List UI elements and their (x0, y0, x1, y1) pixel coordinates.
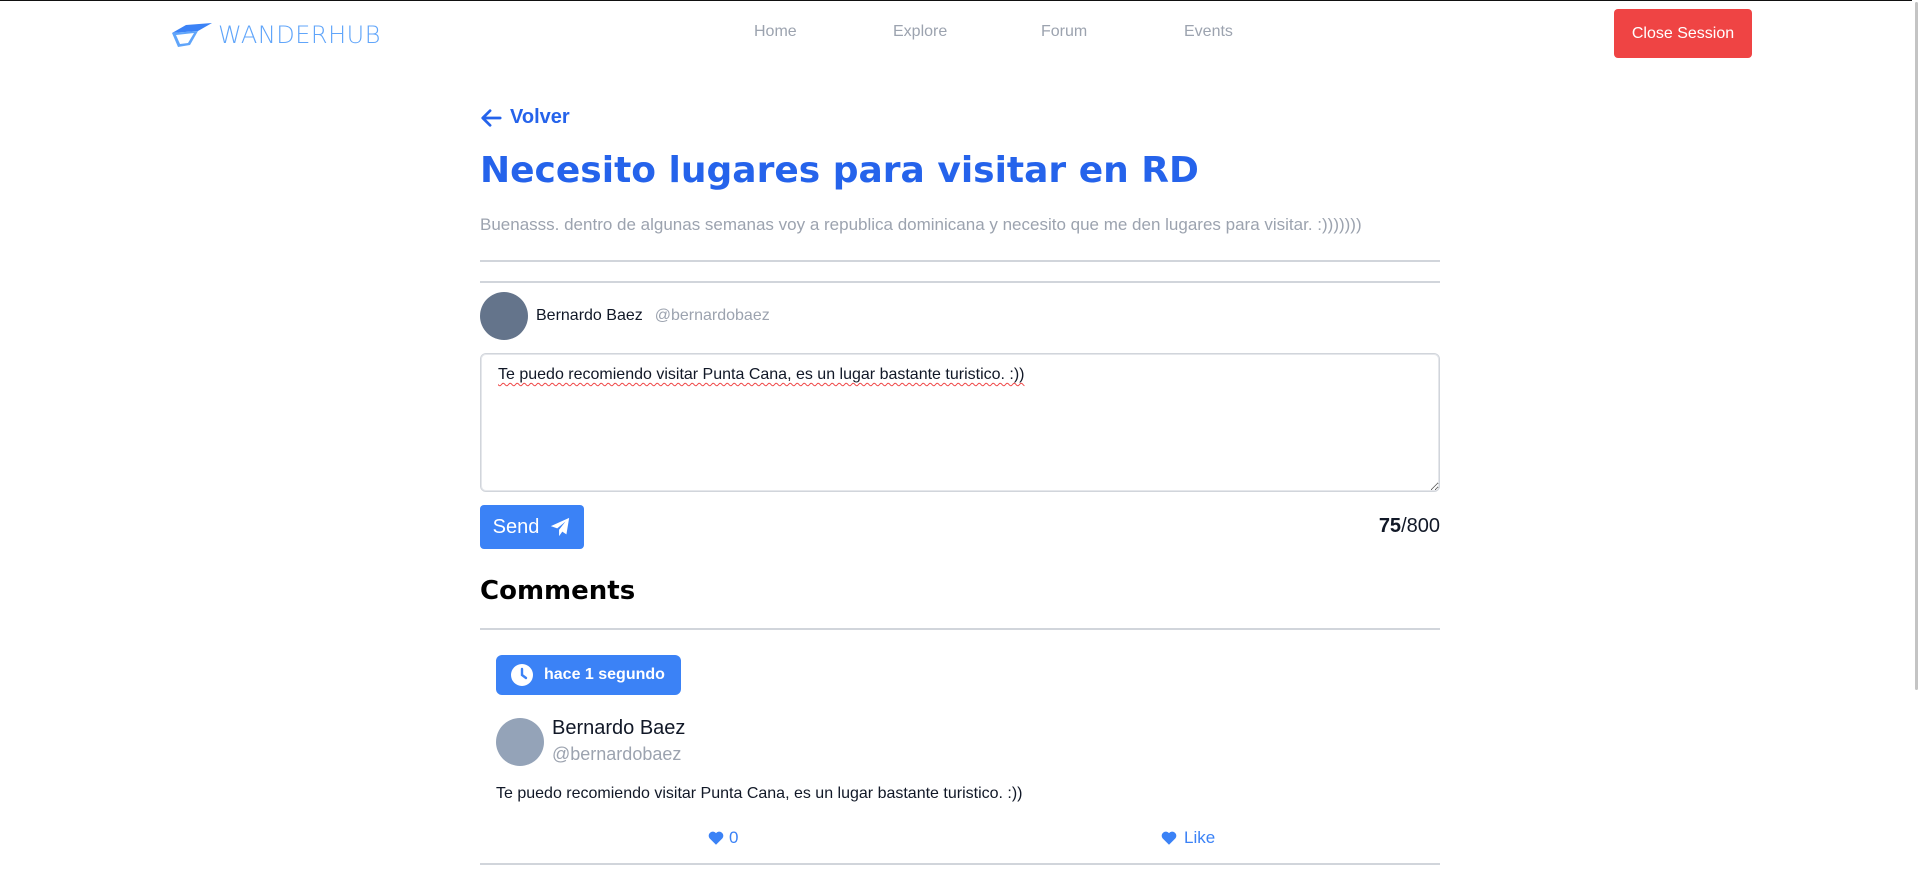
nav-home[interactable]: Home (754, 23, 797, 41)
like-label: Like (1184, 828, 1216, 847)
brand-logo[interactable]: WANDERHUB (168, 17, 381, 53)
divider (480, 281, 1440, 283)
char-limit: /800 (1401, 515, 1440, 537)
composer-user-name: Bernardo Baez (536, 307, 643, 324)
nav-forum[interactable]: Forum (1041, 23, 1087, 41)
comment-textarea[interactable]: Te puedo recomiendo visitar Punta Cana, … (480, 353, 1440, 492)
nav-events[interactable]: Events (1184, 23, 1233, 41)
divider (480, 628, 1440, 630)
like-count: 0 (707, 828, 738, 848)
avatar (496, 718, 544, 766)
arrow-left-icon (481, 108, 502, 127)
navbar: WANDERHUB Home Explore Forum Events Clos… (0, 1, 1920, 69)
time-label: hace 1 segundo (544, 666, 665, 683)
back-link[interactable]: Volver (480, 106, 570, 129)
paper-plane-icon (551, 517, 570, 537)
composer-user-handle: @bernardobaez (654, 307, 770, 324)
composer-user: Bernardo Baez @bernardobaez (480, 292, 770, 340)
like-count-value: 0 (729, 828, 739, 847)
plane-logo-icon (172, 23, 212, 47)
send-label: Send (492, 515, 540, 538)
send-button[interactable]: Send (480, 505, 584, 549)
comment-user-name: Bernardo Baez (552, 717, 686, 739)
close-session-button[interactable]: Close Session (1614, 9, 1752, 58)
avatar (480, 292, 528, 340)
scrollbar-thumb[interactable] (1915, 2, 1918, 690)
comment-user-handle: @bernardobaez (552, 744, 682, 764)
nav-explore[interactable]: Explore (893, 23, 947, 41)
post-body: Buenasss. dentro de algunas semanas voy … (480, 215, 1362, 234)
comment-text: Te puedo recomiendo visitar Punta Cana, … (496, 785, 1023, 802)
like-button[interactable]: Like (1160, 828, 1215, 848)
character-counter: 75/800 (1379, 515, 1440, 538)
divider (480, 863, 1440, 865)
brand-name: WANDERHUB (218, 21, 381, 49)
heart-icon (1161, 831, 1177, 845)
heart-icon (708, 831, 724, 845)
comments-heading: Comments (480, 576, 636, 606)
post-title: Necesito lugares para visitar en RD (480, 150, 1199, 191)
char-count: 75 (1378, 515, 1402, 537)
clock-icon (511, 664, 533, 686)
time-badge: hace 1 segundo (496, 655, 681, 695)
back-label: Volver (510, 106, 570, 128)
divider (480, 260, 1440, 262)
